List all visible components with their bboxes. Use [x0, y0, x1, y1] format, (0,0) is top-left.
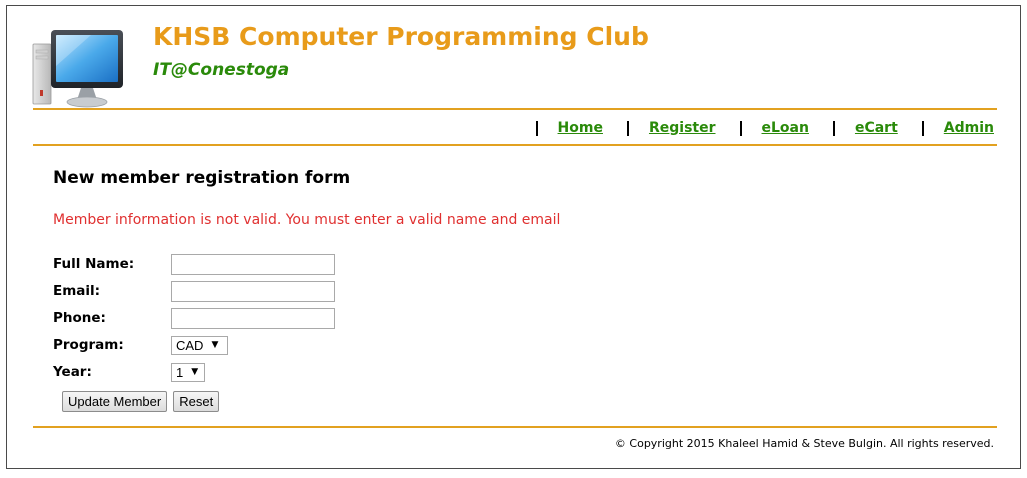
form-buttons: Update Member Reset	[62, 391, 225, 412]
update-member-button[interactable]: Update Member	[62, 391, 168, 412]
nav-separator	[626, 120, 629, 136]
program-label: Program:	[53, 337, 124, 353]
reset-button[interactable]: Reset	[173, 391, 220, 412]
fullname-label: Full Name:	[53, 256, 135, 272]
nav-link-ecart[interactable]: eCart	[855, 120, 898, 136]
nav-separator	[535, 120, 538, 136]
nav-separator	[832, 120, 835, 136]
year-row: Year: 1 ▼	[53, 361, 205, 383]
nav-separator	[921, 120, 924, 136]
nav-separator	[739, 120, 742, 136]
site-title: KHSB Computer Programming Club	[153, 22, 649, 51]
program-selected-value: CAD	[176, 337, 204, 353]
computer-monitor-icon	[32, 30, 123, 108]
nav-link-eloan[interactable]: eLoan	[762, 120, 809, 136]
fullname-row: Full Name:	[53, 253, 335, 275]
nav-link-home[interactable]: Home	[558, 120, 603, 136]
phone-input[interactable]	[171, 307, 335, 329]
form-heading: New member registration form	[53, 168, 351, 188]
dropdown-arrow-icon: ▼	[191, 367, 199, 377]
copyright-text: © Copyright 2015 Khaleel Hamid & Steve B…	[614, 437, 994, 450]
nav-item-home: Home	[535, 120, 603, 136]
email-label: Email:	[53, 283, 101, 299]
nav-link-admin[interactable]: Admin	[944, 120, 994, 136]
nav-divider	[33, 144, 997, 146]
year-select[interactable]: 1 ▼	[171, 362, 205, 382]
nav-item-ecart: eCart	[832, 120, 898, 136]
footer-divider	[33, 426, 997, 428]
nav-item-register: Register	[626, 120, 716, 136]
validation-error-message: Member information is not valid. You mus…	[53, 212, 561, 228]
program-select[interactable]: CAD ▼	[171, 335, 228, 355]
program-row: Program: CAD ▼	[53, 334, 228, 356]
phone-row: Phone:	[53, 307, 335, 329]
email-row: Email:	[53, 280, 335, 302]
site-subtitle: IT@Conestoga	[153, 60, 290, 80]
fullname-input[interactable]	[171, 253, 335, 275]
main-nav: Home Register eLoan eCart Admin	[512, 118, 994, 138]
nav-item-eloan: eLoan	[739, 120, 809, 136]
header-divider	[33, 108, 997, 110]
dropdown-arrow-icon: ▼	[211, 340, 219, 350]
year-label: Year:	[53, 364, 92, 380]
page-frame: KHSB Computer Programming Club IT@Conest…	[6, 5, 1021, 469]
nav-item-admin: Admin	[921, 120, 994, 136]
nav-link-register[interactable]: Register	[649, 120, 716, 136]
phone-label: Phone:	[53, 310, 106, 326]
email-input[interactable]	[171, 280, 335, 302]
year-selected-value: 1	[176, 364, 184, 380]
